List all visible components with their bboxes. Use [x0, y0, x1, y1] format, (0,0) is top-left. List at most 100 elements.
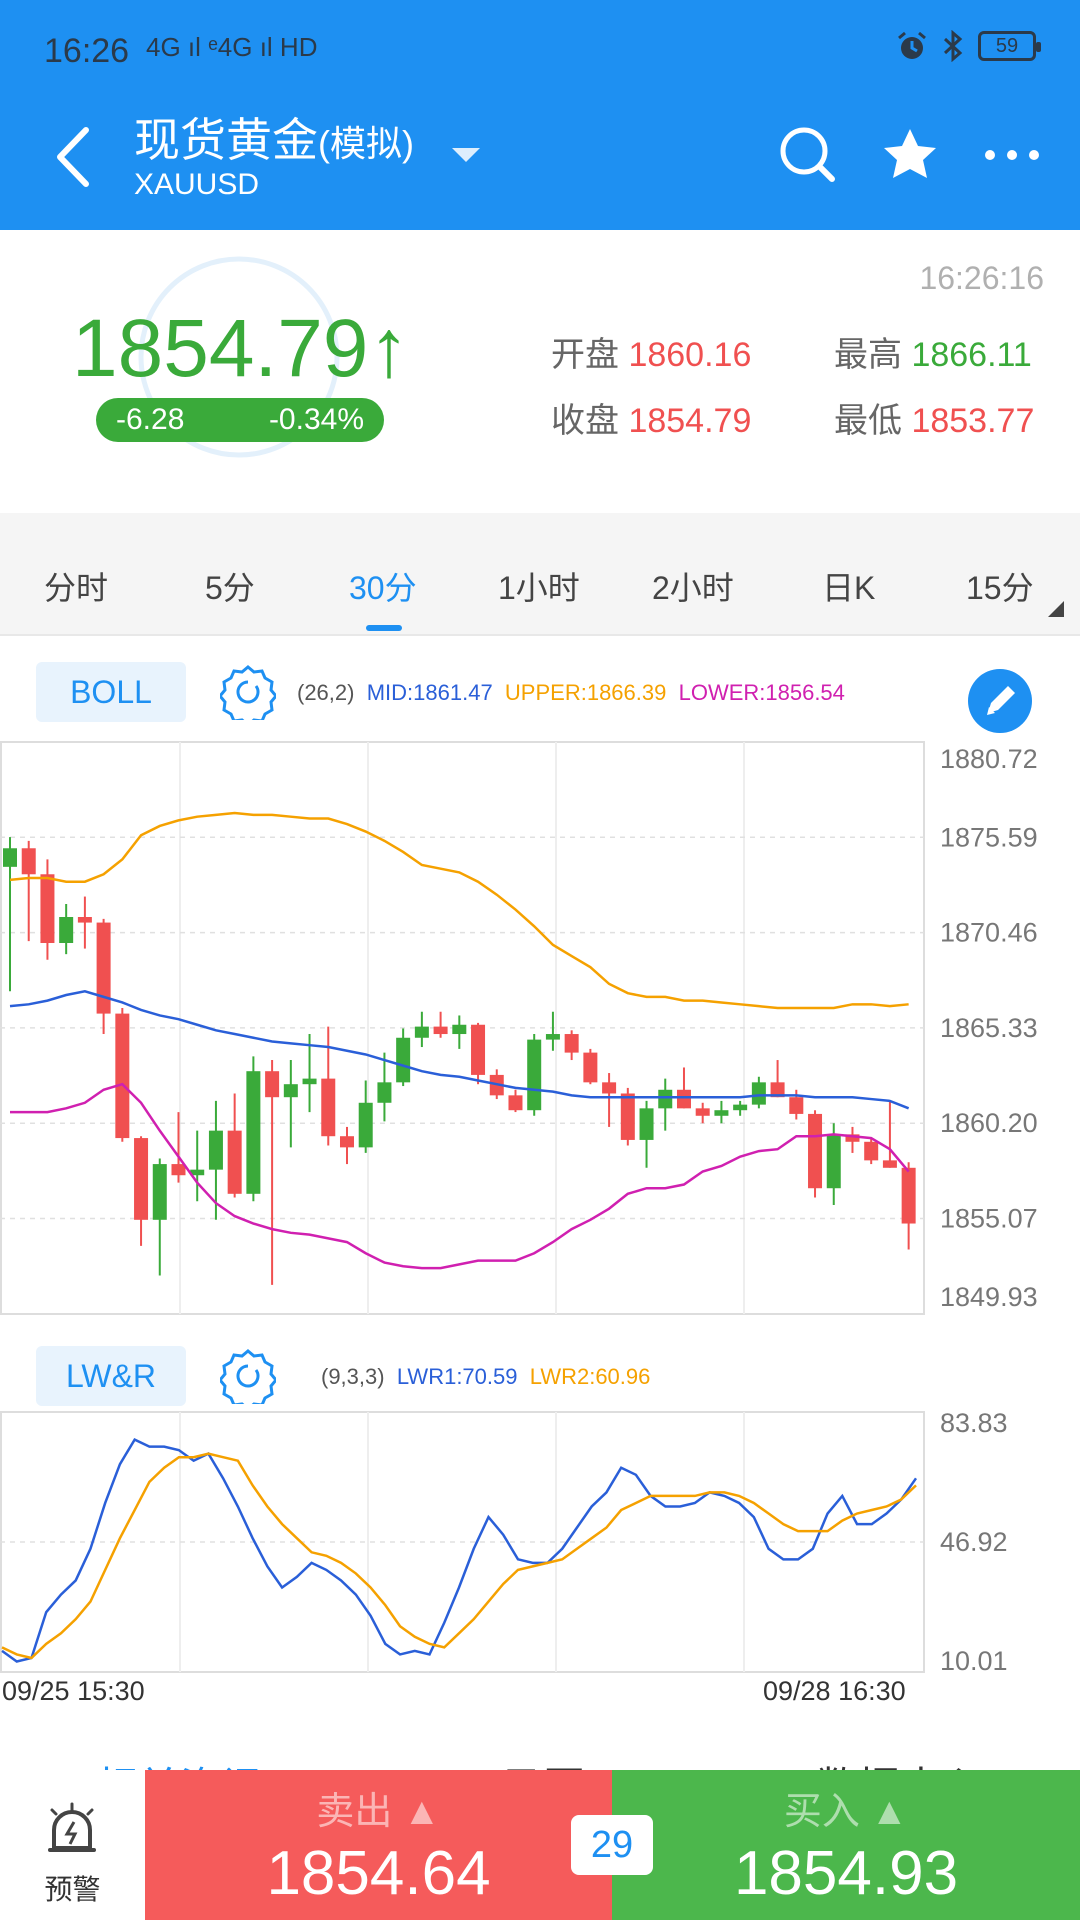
candle-body	[452, 1024, 467, 1035]
instrument-mode: (模拟)	[318, 123, 414, 164]
candle-body	[59, 916, 74, 944]
candle-body	[751, 1082, 766, 1105]
candle-body	[508, 1095, 523, 1111]
stat-open-value: 1860.16	[628, 336, 752, 374]
stat-high-value: 1866.11	[911, 336, 1032, 374]
buy-button[interactable]: 买入 ▲ 1854.93	[612, 1770, 1080, 1920]
sell-label: 卖出 ▲	[316, 1791, 441, 1833]
candle-body	[901, 1167, 916, 1224]
instrument-title[interactable]: 现货黄金(模拟)	[134, 104, 414, 170]
app-header: 16:26 4G ıl ᵉ4G ıl HD 59 现货黄金(模拟) XAUUSD	[0, 0, 1080, 230]
edit-drawing-button[interactable]	[968, 669, 1032, 733]
boll-values: (26,2) MID:1861.47 UPPER:1866.39 LOWER:1…	[297, 680, 845, 706]
chevron-down-icon[interactable]	[452, 148, 480, 162]
candle-body	[714, 1110, 729, 1116]
alarm-icon	[898, 31, 926, 59]
candle-body	[639, 1108, 654, 1140]
price-change-value: -6.28	[116, 403, 185, 436]
candle-y-tick-label: 1875.59	[940, 822, 1038, 852]
candle-body	[96, 922, 111, 1014]
stat-close: 收盘 1854.79	[551, 393, 751, 442]
boll-params: (26,2)	[297, 680, 355, 705]
candle-body	[40, 874, 55, 944]
status-right: 59	[896, 30, 1041, 62]
stat-high-label: 最高	[834, 336, 902, 374]
boll-upper-value: UPPER:1866.39	[504, 680, 667, 705]
price-change-percent: -0.34%	[268, 403, 364, 436]
candle-body	[676, 1089, 691, 1109]
back-arrow-icon[interactable]	[48, 122, 98, 192]
candle-body	[583, 1052, 598, 1083]
alert-button[interactable]: 预警	[0, 1770, 145, 1920]
candle-body	[545, 1034, 560, 1040]
lwr-params: (9,3,3)	[321, 1364, 385, 1389]
candle-y-tick-label: 1865.33	[940, 1013, 1038, 1043]
candle-body	[882, 1160, 897, 1168]
candle-body	[21, 848, 36, 875]
current-price: 1854.79↑	[72, 302, 409, 396]
candle-body	[695, 1108, 710, 1116]
lwr-values: (9,3,3) LWR1:70.59 LWR2:60.96	[321, 1364, 650, 1390]
candle-y-tick-label: 1870.46	[940, 918, 1038, 948]
lwr2-value: LWR2:60.96	[529, 1364, 651, 1389]
current-price-value: 1854.79	[72, 303, 369, 394]
tab-daily[interactable]: 日K	[822, 563, 875, 609]
lwr-indicator-button[interactable]: LW&R	[36, 1346, 186, 1406]
pencil-icon	[987, 686, 1015, 715]
trade-bar: 预警 卖出 ▲ 1854.64 买入 ▲ 1854.93	[0, 1770, 1080, 1920]
tab-30min[interactable]: 30分	[349, 563, 417, 609]
tab-5min[interactable]: 5分	[205, 563, 255, 609]
spread-badge: 29	[571, 1815, 653, 1875]
candle-body	[321, 1078, 336, 1137]
candle-body	[658, 1089, 673, 1109]
alarm-bell-icon	[48, 1802, 96, 1852]
timeframe-tabs: 分时 5分 30分 1小时 2小时 日K 15分	[0, 513, 1080, 636]
price-change-badge: -6.28 -0.34%	[96, 398, 384, 442]
candle-body	[115, 1013, 130, 1139]
active-tab-indicator	[366, 625, 402, 631]
candle-body	[527, 1039, 542, 1111]
tab-1hour[interactable]: 1小时	[498, 563, 580, 609]
tab-2hour[interactable]: 2小时	[652, 563, 734, 609]
candle-body	[134, 1138, 149, 1220]
tab-15min[interactable]: 15分	[966, 563, 1034, 609]
price-updated-time: 16:26:16	[919, 260, 1044, 296]
stat-close-value: 1854.79	[628, 402, 752, 440]
boll-indicator-button[interactable]: BOLL	[36, 662, 186, 722]
stat-open: 开盘 1860.16	[551, 327, 751, 376]
candle-body	[414, 1026, 429, 1038]
tab-intraday[interactable]: 分时	[44, 563, 108, 609]
candle-body	[733, 1104, 748, 1111]
boll-upper-line	[9, 811, 909, 1010]
boll-mid-value: MID:1861.47	[366, 680, 493, 705]
candle-body	[246, 1071, 261, 1194]
star-icon[interactable]	[880, 125, 940, 185]
candle-body	[152, 1164, 167, 1220]
candle-body	[358, 1102, 373, 1148]
candle-body	[3, 848, 17, 867]
status-bar: 16:26 4G ıl ᵉ4G ıl HD 59	[0, 0, 1080, 100]
stat-low-value: 1853.77	[911, 402, 1035, 440]
candlestick-chart[interactable]: 1880.72 1875.59 1870.46 1865.33 1860.20 1855.…	[0, 740, 1080, 1320]
price-up-arrow-icon: ↑	[368, 303, 410, 394]
candle-body	[471, 1024, 486, 1075]
search-icon[interactable]	[778, 125, 838, 185]
buy-price: 1854.93	[733, 1839, 959, 1908]
candle-body	[208, 1130, 223, 1170]
candle-body	[302, 1078, 317, 1085]
instrument-symbol: XAUUSD	[134, 168, 260, 201]
alert-label: 预警	[44, 1874, 101, 1905]
more-icon[interactable]	[982, 125, 1042, 185]
lwr-line-chart[interactable]: 83.83 46.92 10.01	[0, 1410, 1080, 1675]
tab-more-corner-icon[interactable]	[1048, 601, 1064, 617]
candle-body	[826, 1134, 841, 1189]
boll-settings-gear-icon[interactable]	[220, 664, 276, 720]
candle-body	[433, 1026, 448, 1035]
price-panel: 1854.79↑ -6.28 -0.34% 16:26:16 开盘 1860.1…	[0, 230, 1080, 513]
candle-y-tick-label: 1860.20	[940, 1108, 1038, 1138]
candle-body	[396, 1037, 411, 1083]
sell-button[interactable]: 卖出 ▲ 1854.64	[145, 1770, 612, 1920]
lwr-settings-gear-icon[interactable]	[220, 1348, 276, 1404]
stat-close-label: 收盘	[551, 402, 619, 440]
stat-high: 最高 1866.11	[834, 327, 1032, 376]
